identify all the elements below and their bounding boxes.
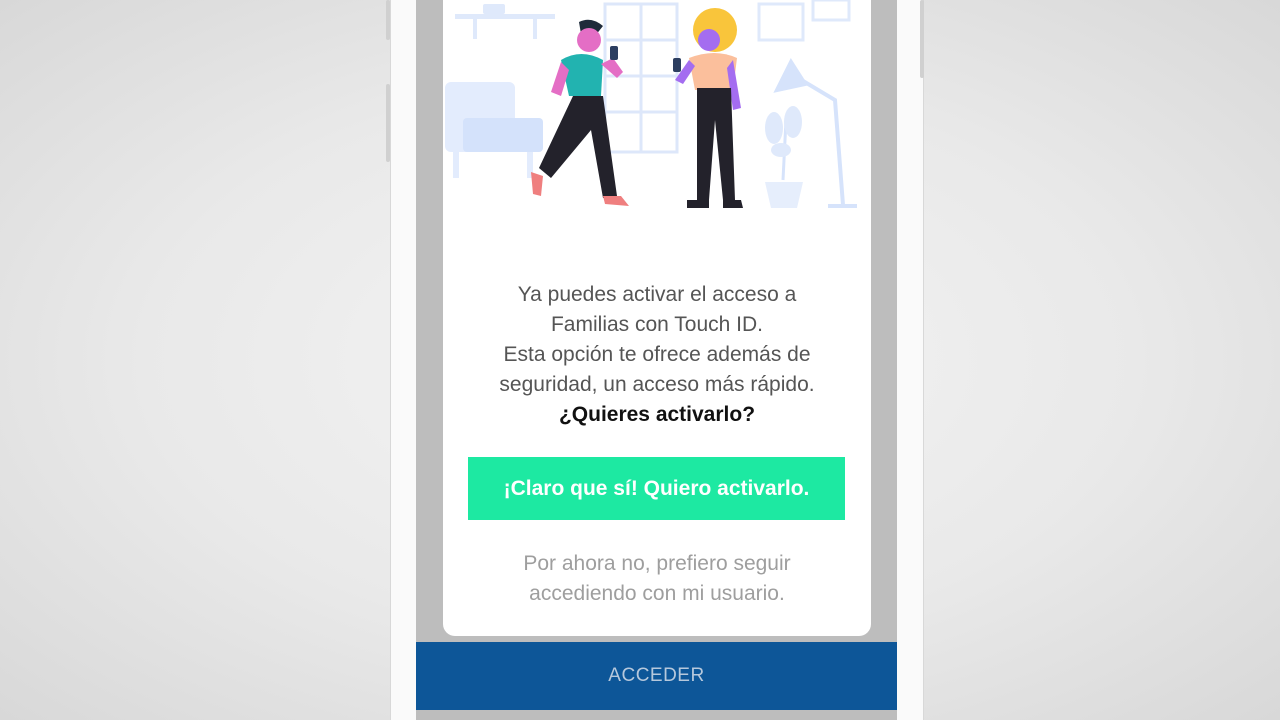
acceder-button[interactable]: ACCEDER — [416, 642, 897, 710]
woman-figure — [673, 8, 743, 208]
activation-question: ¿Quieres activarlo? — [558, 403, 756, 426]
phone-volume-button — [386, 84, 390, 162]
people-illustration — [445, 0, 857, 208]
phone-power-button — [920, 0, 924, 78]
skip-link-line-2: accediendo con mi usuario. — [529, 582, 785, 605]
touch-id-message: Ya puedes activar el acceso a Familias c… — [443, 280, 871, 430]
phone-side-button — [386, 0, 390, 40]
touch-id-modal: Ya puedes activar el acceso a Familias c… — [443, 0, 871, 636]
message-line-4: seguridad, un acceso más rápido. — [499, 373, 815, 396]
bookshelf-icon — [603, 2, 679, 154]
wall-shelf — [455, 4, 555, 39]
message-line-2: Familias con Touch ID. — [550, 313, 764, 336]
plant-icon — [765, 106, 803, 208]
skip-link-line-1: Por ahora no, prefiero seguir — [523, 552, 791, 575]
armchair-icon — [445, 82, 543, 178]
message-line-3: Esta opción te ofrece además de — [503, 343, 811, 366]
skip-touch-id-link[interactable]: Por ahora no, prefiero seguir accediendo… — [483, 549, 831, 609]
picture-frames — [757, 0, 851, 42]
activate-touch-id-button[interactable]: ¡Claro que sí! Quiero activarlo. — [468, 457, 845, 520]
message-line-1: Ya puedes activar el acceso a — [517, 283, 797, 306]
